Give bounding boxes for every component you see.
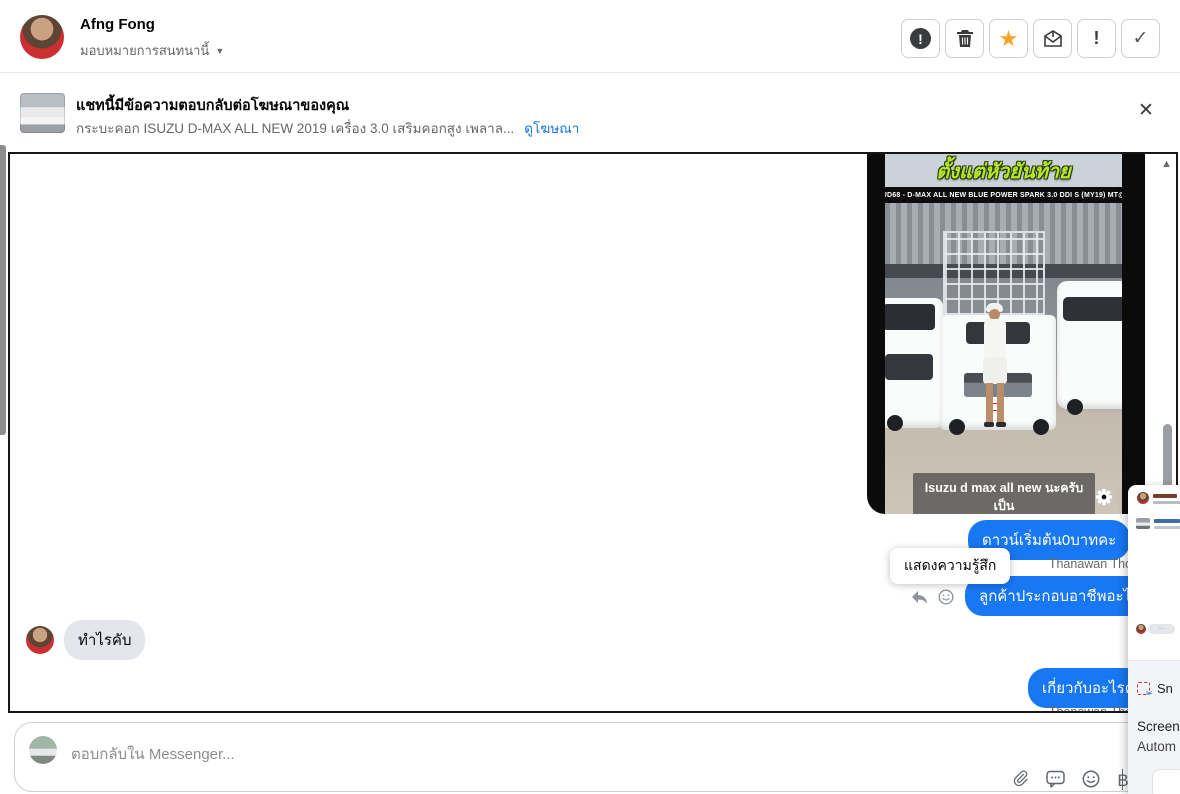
ad-banner-title: แชทนี้มีข้อความตอบกลับต่อโฆษณาของคุณ (76, 98, 350, 114)
video-scene: Isuzu d max all new นะครับ เป็น blue pow… (885, 203, 1122, 514)
contact-avatar[interactable] (20, 15, 64, 59)
window-scrollbar-fragment[interactable] (0, 145, 6, 435)
mini-banner-bar (1154, 519, 1180, 523)
ad-banner-description: กระบะคอก ISUZU D-MAX ALL NEW 2019 เครื่อ… (76, 117, 579, 139)
emoji-icon (1082, 770, 1100, 787)
close-icon[interactable]: ✕ (1138, 101, 1154, 120)
caption-line1: Isuzu d max all new นะครับ เป็น (924, 481, 1084, 514)
assign-label: มอบหมายการสนทนานี้ (80, 43, 210, 58)
notification-app-name: Sn (1157, 681, 1173, 696)
saved-reply-icon (1046, 770, 1065, 788)
contact-avatar-small[interactable] (26, 626, 54, 654)
video-headline-text: ตั้งแต่หัวยันท้าย (936, 161, 1071, 183)
truck-right (1057, 281, 1122, 409)
presenter-person (977, 303, 1013, 455)
incoming-message[interactable]: ทำไรคับ (64, 620, 146, 660)
view-ad-link[interactable]: ดูโฆษณา (524, 121, 579, 136)
reply-icon[interactable] (911, 590, 928, 605)
notification-body-fragment: Autom (1137, 739, 1177, 754)
scroll-up-icon[interactable]: ▲ (1161, 158, 1172, 170)
spam-icon: ! (910, 28, 931, 49)
emoji-button[interactable] (1082, 770, 1100, 793)
ad-reply-banner: แชทนี้มีข้อความตอบกลับต่อโฆษณาของคุณ กระ… (0, 73, 1180, 152)
conversation-header: Afng Fong มอบหมายการสนทนานี้ ▼ ! ★ ! ✓ (0, 0, 1180, 73)
mini-banner-bar2 (1154, 526, 1180, 529)
mini-ad-thumb (1136, 518, 1150, 529)
notification-app-row: ✂ Sn (1137, 681, 1173, 698)
truck-left (885, 298, 943, 428)
message-hover-actions (911, 589, 954, 605)
mark-unread-button[interactable] (1033, 19, 1072, 58)
video-attachment[interactable]: ตั้งแต่หัวยันท้าย UD68 - D-MAX ALL NEW B… (867, 154, 1145, 514)
reply-composer[interactable]: ตอบกลับใน Messenger... B (14, 722, 1166, 792)
wheel (1067, 399, 1083, 415)
video-frame: ตั้งแต่หัวยันท้าย UD68 - D-MAX ALL NEW B… (885, 154, 1122, 514)
delete-button[interactable] (945, 19, 984, 58)
follow-up-button[interactable]: ! (1077, 19, 1116, 58)
saved-replies-button[interactable] (1046, 770, 1065, 793)
snipping-tool-icon: ✂ (1137, 682, 1153, 698)
mini-bubble: ··· (1148, 624, 1175, 634)
header-action-bar: ! ★ ! ✓ (901, 19, 1160, 58)
mark-done-button[interactable]: ✓ (1121, 19, 1160, 58)
contact-name: Afng Fong (80, 16, 155, 33)
incoming-message-row: ทำไรคับ (26, 620, 146, 660)
trash-icon (956, 30, 973, 47)
mini-name-bar (1153, 494, 1177, 498)
screenshot-notification-panel[interactable]: ··· ✂ Sn Screen Autom (1128, 485, 1180, 794)
chat-window: Afng Fong มอบหมายการสนทนานี้ ▼ ! ★ ! ✓ แ… (0, 0, 1180, 794)
wheel (887, 415, 903, 431)
mark-spam-button[interactable]: ! (901, 19, 940, 58)
paperclip-icon (1013, 770, 1028, 787)
mark-unread-icon (1043, 29, 1062, 47)
star-icon: ★ (998, 25, 1019, 51)
reaction-tooltip: แสดงความรู้สึก (890, 548, 1011, 584)
notification-lower-section: ✂ Sn Screen Autom (1128, 660, 1180, 794)
wheel (1033, 419, 1049, 435)
check-icon: ✓ (1132, 28, 1149, 49)
notification-button-fragment[interactable] (1152, 769, 1180, 794)
notification-title-fragment: Screen (1137, 719, 1180, 734)
video-settings-gear-icon[interactable] (1095, 488, 1113, 506)
composer-toolbar: B (1011, 769, 1129, 793)
page-avatar (29, 736, 57, 764)
video-caption: Isuzu d max all new นะครับ เป็น blue pow… (913, 473, 1095, 514)
reply-input[interactable]: ตอบกลับใน Messenger... (71, 742, 235, 766)
video-title-bar: UD68 - D-MAX ALL NEW BLUE POWER SPARK 3.… (885, 187, 1122, 203)
ad-description-text: กระบะคอก ISUZU D-MAX ALL NEW 2019 เครื่อ… (76, 121, 515, 136)
attach-file-button[interactable] (1011, 769, 1029, 793)
emoji-react-icon[interactable] (938, 589, 954, 605)
wheel (949, 419, 965, 435)
ad-thumbnail[interactable] (20, 93, 65, 133)
mini-avatar-2 (1136, 624, 1146, 634)
scissors-glyph: ✂ (1145, 688, 1153, 698)
message-scroll-area: ตั้งแต่หัวยันท้าย UD68 - D-MAX ALL NEW B… (8, 152, 1178, 713)
mini-avatar (1137, 492, 1149, 504)
mini-subtitle-bar (1153, 501, 1180, 504)
assign-conversation-dropdown[interactable]: มอบหมายการสนทนานี้ ▼ (80, 40, 224, 61)
chevron-down-icon: ▼ (215, 45, 225, 56)
sender-label: Thanawan Tho (1048, 705, 1132, 713)
exclamation-icon: ! (1093, 28, 1100, 48)
star-button[interactable]: ★ (989, 19, 1028, 58)
video-headline-strip: ตั้งแต่หัวยันท้าย (885, 154, 1122, 187)
